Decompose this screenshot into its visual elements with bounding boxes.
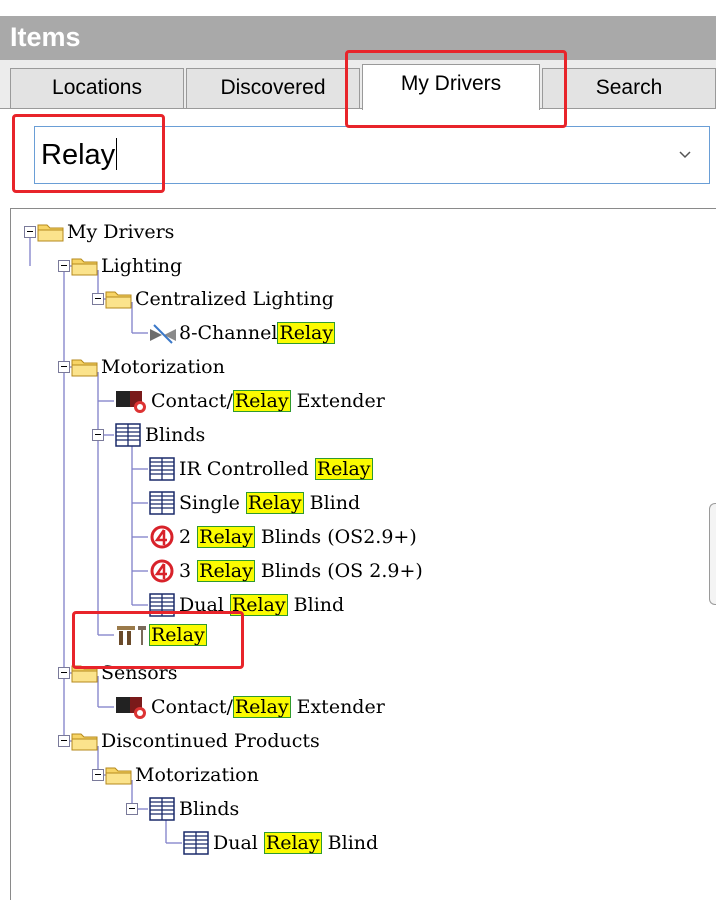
- search-match-highlight: Relay: [197, 526, 255, 548]
- control4-logo-icon: [150, 559, 174, 583]
- search-match-highlight: Relay: [277, 322, 336, 344]
- text-caret: [116, 138, 118, 170]
- search-input[interactable]: Relay: [41, 138, 118, 172]
- blinds-icon: [149, 593, 175, 617]
- tree-node-contact-relay-extender-sensors[interactable]: Contact/Relay Extender: [114, 694, 385, 720]
- tab-locations[interactable]: Locations: [10, 68, 184, 108]
- collapse-icon[interactable]: [58, 361, 70, 373]
- search-match-highlight: Relay: [197, 560, 255, 582]
- tree-node-dual-relay-blind[interactable]: Dual Relay Blind: [148, 592, 344, 618]
- folder-icon: [71, 359, 98, 377]
- folder-icon: [71, 733, 98, 751]
- collapse-icon[interactable]: [58, 735, 70, 747]
- tree-node-centralized-lighting[interactable]: Centralized Lighting: [104, 286, 334, 312]
- search-match-highlight: Relay: [263, 832, 322, 854]
- search-match-highlight: Relay: [229, 594, 288, 616]
- folder-icon: [105, 291, 132, 309]
- panel-title: Items: [10, 22, 81, 52]
- contact-relay-icon: [116, 697, 146, 719]
- tree-node-discontinued-blinds[interactable]: Blinds: [148, 796, 239, 822]
- tree-node-single-relay-blind[interactable]: Single Relay Blind: [148, 490, 360, 516]
- collapse-icon[interactable]: [24, 226, 36, 238]
- blinds-icon: [149, 457, 175, 481]
- tree-node-motorization[interactable]: Motorization: [70, 354, 225, 380]
- collapse-icon[interactable]: [92, 293, 104, 305]
- tree-node-my-drivers[interactable]: My Drivers: [36, 219, 174, 245]
- folder-icon: [71, 665, 98, 683]
- search-match-highlight: Relay: [149, 624, 207, 646]
- tree-node-2-relay-blinds[interactable]: 2 Relay Blinds (OS2.9+): [148, 524, 417, 550]
- tree-node-8-channel-relay[interactable]: 8-Channel Relay: [148, 320, 336, 346]
- tree-node-sensors[interactable]: Sensors: [70, 660, 178, 686]
- contact-relay-icon: [116, 391, 146, 413]
- chevron-down-icon[interactable]: [677, 147, 693, 163]
- tree-node-contact-relay-extender[interactable]: Contact/Relay Extender: [114, 388, 385, 414]
- tree-node-discontinued-dual-relay-blind[interactable]: Dual Relay Blind: [182, 830, 378, 856]
- light-fixture-icon: [150, 324, 176, 344]
- tab-discovered[interactable]: Discovered: [186, 68, 360, 108]
- search-match-highlight: Relay: [232, 696, 291, 718]
- blinds-icon: [149, 491, 175, 515]
- scrollbar-thumb[interactable]: [709, 503, 716, 605]
- collapse-icon[interactable]: [126, 803, 138, 815]
- relay-device-icon: [117, 626, 146, 645]
- folder-icon: [105, 767, 132, 785]
- collapse-icon[interactable]: [92, 769, 104, 781]
- blinds-icon: [115, 423, 141, 447]
- tree-node-relay[interactable]: Relay: [114, 622, 207, 648]
- tab-my-drivers[interactable]: My Drivers: [362, 64, 540, 110]
- control4-logo-icon: [150, 525, 174, 549]
- search-match-highlight: Relay: [232, 390, 291, 412]
- collapse-icon[interactable]: [58, 667, 70, 679]
- search-match-highlight: Relay: [314, 458, 373, 480]
- collapse-icon[interactable]: [92, 429, 104, 441]
- tree-node-ir-controlled-relay[interactable]: IR Controlled Relay: [148, 456, 373, 482]
- search-combobox[interactable]: Relay: [34, 126, 710, 184]
- search-match-highlight: Relay: [245, 492, 304, 514]
- blinds-icon: [149, 797, 175, 821]
- blinds-icon: [183, 831, 209, 855]
- collapse-icon[interactable]: [58, 260, 70, 272]
- tree-node-lighting[interactable]: Lighting: [70, 253, 182, 279]
- folder-icon: [37, 224, 64, 242]
- tree-node-blinds[interactable]: Blinds: [114, 422, 205, 448]
- panel-header: Items: [0, 16, 716, 60]
- tree-node-3-relay-blinds[interactable]: 3 Relay Blinds (OS 2.9+): [148, 558, 423, 584]
- tree-node-discontinued-motorization[interactable]: Motorization: [104, 762, 259, 788]
- tab-search[interactable]: Search: [542, 68, 716, 108]
- tree-node-discontinued-products[interactable]: Discontinued Products: [70, 728, 320, 754]
- folder-icon: [71, 258, 98, 276]
